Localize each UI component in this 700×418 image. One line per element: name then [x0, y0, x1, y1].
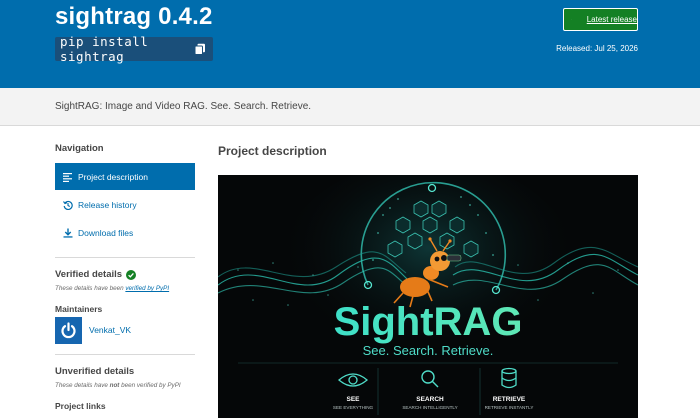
verified-check-icon [126, 269, 137, 280]
maintainers-heading: Maintainers [55, 304, 103, 314]
maintainer-name-link[interactable]: Venkat_VK [89, 325, 131, 335]
sidebar-divider [55, 354, 195, 355]
nav-item-project-description[interactable]: Project description [55, 163, 195, 190]
latest-release-button[interactable]: Latest release [563, 8, 638, 31]
verified-details-heading: Verified details [55, 269, 137, 280]
package-title: sightrag 0.4.2 [55, 3, 213, 30]
banner-tagline: See. Search. Retrieve. [363, 343, 494, 358]
feature-subtitle-retrieve: RETRIEVE INSTANTLY [485, 405, 534, 410]
feature-title-search: SEARCH [416, 396, 444, 403]
check-icon [571, 19, 572, 20]
nav-item-label: Release history [78, 199, 137, 210]
download-icon [63, 228, 73, 238]
project-links-heading: Project links [55, 401, 106, 411]
banner-artwork: SightRAG See. Search. Retrieve. SEE SEE … [218, 175, 638, 418]
unverified-note-text: been verified by PyPI [119, 382, 181, 389]
pip-command-text: pip install sightrag [60, 34, 149, 64]
latest-release-label: Latest release [586, 15, 637, 24]
history-icon [63, 200, 73, 210]
feature-subtitle-see: SEE EVERYTHING [333, 405, 374, 410]
verified-by-pypi-link[interactable]: verified by PyPI [125, 285, 169, 292]
power-icon [61, 322, 76, 339]
package-summary-band: SightRAG: Image and Video RAG. See. Sear… [0, 88, 700, 126]
unverified-details-heading: Unverified details [55, 366, 135, 377]
feature-title-retrieve: RETRIEVE [493, 396, 526, 403]
project-description-title: Project description [218, 144, 327, 158]
release-date: Released: Jul 25, 2026 [556, 44, 638, 53]
unverified-note: These details have not been verified by … [55, 382, 181, 389]
unverified-note-emphasis: not [109, 382, 120, 389]
package-header: sightrag 0.4.2 pip install sightrag Late… [0, 0, 700, 88]
copy-icon[interactable] [194, 43, 206, 55]
maintainer-avatar[interactable] [55, 317, 82, 344]
pip-command-box: pip install sightrag [55, 34, 213, 64]
align-left-icon [63, 172, 72, 182]
verified-details-label: Verified details [55, 269, 123, 280]
nav-item-download-files[interactable]: Download files [55, 219, 195, 246]
navigation-heading: Navigation [55, 143, 104, 154]
project-banner-image: SightRAG See. Search. Retrieve. SEE SEE … [218, 175, 638, 418]
feature-title-see: SEE [346, 396, 360, 403]
nav-item-label: Project description [78, 171, 148, 182]
feature-subtitle-search: SEARCH INTELLIGENTLY [402, 405, 457, 410]
verified-note: These details have been verified by PyPI [55, 285, 169, 292]
sidebar-divider [55, 257, 195, 258]
package-summary: SightRAG: Image and Video RAG. See. Sear… [55, 101, 312, 112]
banner-logo-text: SightRAG [334, 300, 523, 344]
nav-item-release-history[interactable]: Release history [55, 191, 195, 218]
unverified-note-text: These details have [55, 382, 110, 389]
verified-note-text: These details have been [55, 285, 126, 292]
nav-item-label: Download files [78, 227, 134, 238]
